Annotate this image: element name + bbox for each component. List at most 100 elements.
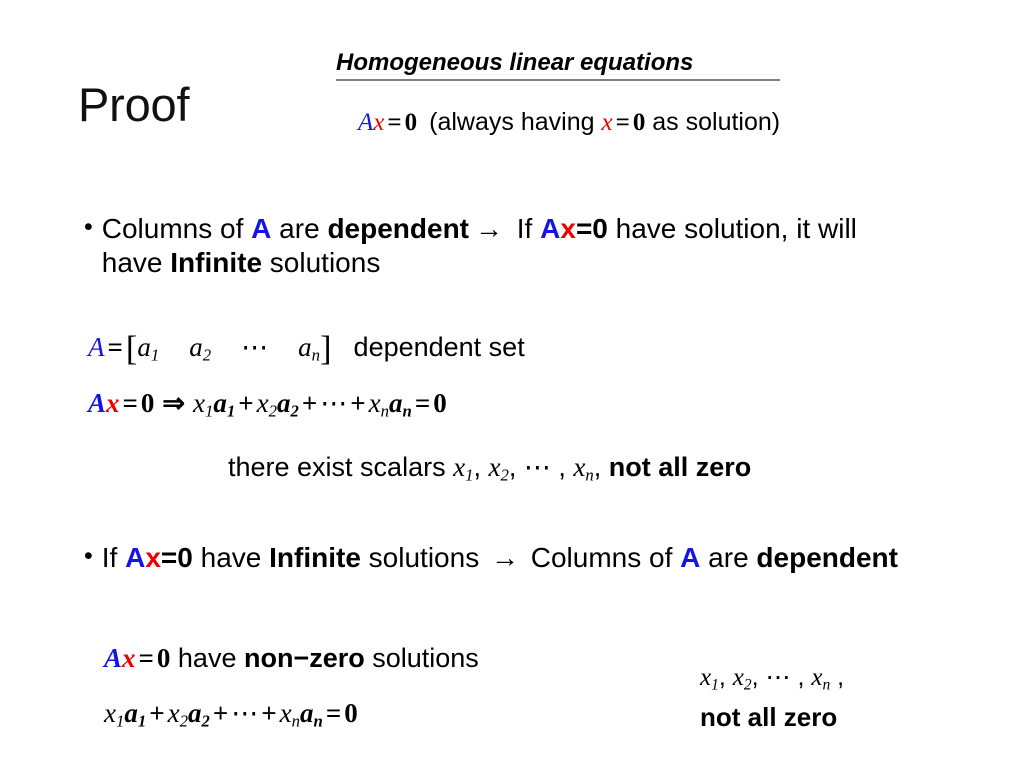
matrix-def-bracket-close: ] bbox=[320, 330, 332, 368]
expansion-plus-2: + bbox=[301, 388, 318, 418]
bullet-item-1: • Columns of A are dependent → If Ax=0 ha… bbox=[84, 212, 874, 280]
scalars-comma-4: , bbox=[593, 452, 609, 482]
header-note-equals: = bbox=[615, 109, 630, 136]
b1-arrow-icon: → bbox=[475, 213, 503, 244]
bottom-right-x2: x2 bbox=[732, 664, 752, 694]
expansion-ellipsis: ⋯ bbox=[320, 388, 348, 418]
expansion-x1: x1 bbox=[193, 388, 214, 421]
expansion-equation: Ax = 0 ⇒ x1a1 + x2a2 + ⋯ + xnan = 0 bbox=[88, 388, 447, 422]
expansion-implies-icon: ⇒ bbox=[162, 388, 186, 418]
b2-part2: have bbox=[192, 542, 270, 573]
matrix-def-bracket-open: [ bbox=[125, 330, 138, 368]
header-note-open: (always having bbox=[429, 108, 602, 136]
header-note-variable: x bbox=[601, 109, 613, 136]
bottom-right-comma-1: , bbox=[718, 663, 733, 691]
header-zero: 0 bbox=[404, 109, 418, 136]
bullet-marker-icon: • bbox=[84, 542, 93, 570]
bottom-right-not-all-zero: not all zero bbox=[700, 702, 838, 732]
b2-matrix-A: A bbox=[680, 542, 701, 573]
expansion-zero-1: 0 bbox=[140, 388, 155, 418]
matrix-def-ellipsis: ⋯ bbox=[241, 331, 269, 362]
bottom-solutions-text: solutions bbox=[364, 643, 479, 673]
bottom-linear-combination-equation: x1a1 + x2a2 + ⋯ + xnan = 0 bbox=[104, 698, 358, 732]
bottom-vector-x: x bbox=[122, 643, 136, 673]
bottom-right-comma-4: , bbox=[830, 663, 845, 691]
bottom-an: an bbox=[300, 698, 323, 731]
bottom-have-text: have bbox=[170, 643, 244, 673]
topic-heading-block: Homogeneous linear equations bbox=[336, 49, 788, 82]
bottom-right-xn: xn bbox=[811, 664, 831, 694]
b1-part2: are bbox=[271, 213, 328, 244]
bottom-x1: x1 bbox=[104, 698, 125, 731]
expansion-a2: a2 bbox=[277, 388, 299, 421]
header-vector-x: x bbox=[373, 109, 385, 136]
b1-infinite-emphasis: Infinite bbox=[170, 247, 263, 279]
b2-part1: If bbox=[101, 542, 126, 573]
bottom-x2: x2 bbox=[167, 698, 188, 731]
bullet-item-2-text: If Ax=0 have Infinite solutions → Column… bbox=[102, 541, 898, 575]
scalars-ellipsis: ⋯ bbox=[523, 452, 551, 482]
bottom-ellipsis: ⋯ bbox=[231, 698, 259, 728]
page-title: Proof bbox=[78, 78, 190, 131]
bullet-item-1-text: Columns of A are dependent → If Ax=0 have… bbox=[102, 212, 874, 280]
b2-ax-vector-x: x bbox=[145, 542, 161, 573]
b2-part5: are bbox=[700, 542, 757, 573]
b2-arrow-icon: → bbox=[490, 542, 519, 573]
bottom-plus-1: + bbox=[149, 698, 165, 728]
expansion-x2: x2 bbox=[256, 388, 278, 421]
bottom-right-comma-2: , bbox=[751, 663, 766, 691]
scalars-statement: there exist scalars x1, x2, ⋯ , xn, not … bbox=[228, 452, 751, 486]
scalars-lead-text: there exist scalars bbox=[228, 452, 454, 482]
b2-ax-matrix-A: A bbox=[125, 542, 146, 573]
matrix-def-label: dependent set bbox=[353, 331, 525, 362]
bullet-marker-icon: • bbox=[84, 213, 93, 241]
scalars-not-all-zero-emphasis: not all zero bbox=[608, 452, 752, 482]
bottom-plus-2: + bbox=[212, 698, 229, 728]
b1-part3: If bbox=[509, 213, 541, 244]
expansion-a1: a1 bbox=[213, 388, 236, 421]
matrix-definition-equation: A =[a1 a2 ⋯ an] dependent set bbox=[88, 330, 525, 369]
bottom-right-scalars-list: x1, x2, ⋯ , xn , bbox=[700, 662, 844, 694]
topic-heading: Homogeneous linear equations bbox=[336, 49, 694, 76]
bottom-nonzero-emphasis: non−zero bbox=[243, 643, 365, 673]
bottom-equation-nonzero: Ax = 0 have non−zero solutions bbox=[104, 643, 479, 674]
matrix-col-a2: a2 bbox=[189, 331, 212, 365]
bottom-zero-2: 0 bbox=[344, 698, 358, 728]
scalars-x2: x2 bbox=[488, 452, 509, 485]
header-equation: Ax = 0 (always having x = 0 as solution) bbox=[358, 108, 780, 138]
b2-part3: solutions bbox=[360, 542, 487, 573]
header-note-close: as solution) bbox=[645, 108, 781, 136]
bottom-a2: a2 bbox=[187, 698, 210, 731]
topic-underline-rule bbox=[336, 79, 780, 82]
matrix-col-a1: a1 bbox=[137, 331, 160, 365]
bottom-zero: 0 bbox=[156, 643, 171, 673]
matrix-col-an: an bbox=[298, 331, 321, 365]
header-note-zero: 0 bbox=[632, 109, 646, 136]
expansion-equals-1: = bbox=[122, 388, 138, 418]
bottom-right-ellipsis: ⋯ bbox=[765, 664, 791, 691]
b2-part4: Columns of bbox=[522, 542, 681, 573]
scalars-xn: xn bbox=[573, 452, 594, 485]
expansion-equals-2: = bbox=[414, 388, 431, 418]
expansion-zero-2: 0 bbox=[433, 388, 447, 418]
b1-matrix-A: A bbox=[251, 213, 272, 244]
expansion-matrix-A: A bbox=[88, 388, 107, 418]
matrix-def-equals: = bbox=[107, 331, 123, 362]
bottom-matrix-A: A bbox=[104, 643, 123, 673]
scalars-comma-3: , bbox=[550, 452, 574, 482]
b1-dependent-emphasis: dependent bbox=[327, 213, 469, 244]
b1-ax-equals-zero: =0 bbox=[575, 213, 608, 244]
expansion-plus-3: + bbox=[350, 388, 366, 418]
expansion-vector-x: x bbox=[106, 388, 120, 418]
scalars-comma-1: , bbox=[473, 452, 489, 482]
b2-infinite-emphasis: Infinite bbox=[269, 542, 361, 573]
bottom-right-comma-3: , bbox=[790, 663, 812, 691]
b1-ax-matrix-A: A bbox=[540, 213, 561, 244]
b1-part1: Columns of bbox=[101, 213, 252, 244]
bottom-xn: xn bbox=[279, 698, 300, 731]
expansion-xn: xn bbox=[368, 388, 390, 421]
bottom-plus-3: + bbox=[261, 698, 277, 728]
slide-canvas: Proof Homogeneous linear equations Ax = 0(… bbox=[0, 0, 1024, 768]
b2-dependent-emphasis: dependent bbox=[756, 542, 898, 573]
scalars-comma-2: , bbox=[508, 452, 524, 482]
